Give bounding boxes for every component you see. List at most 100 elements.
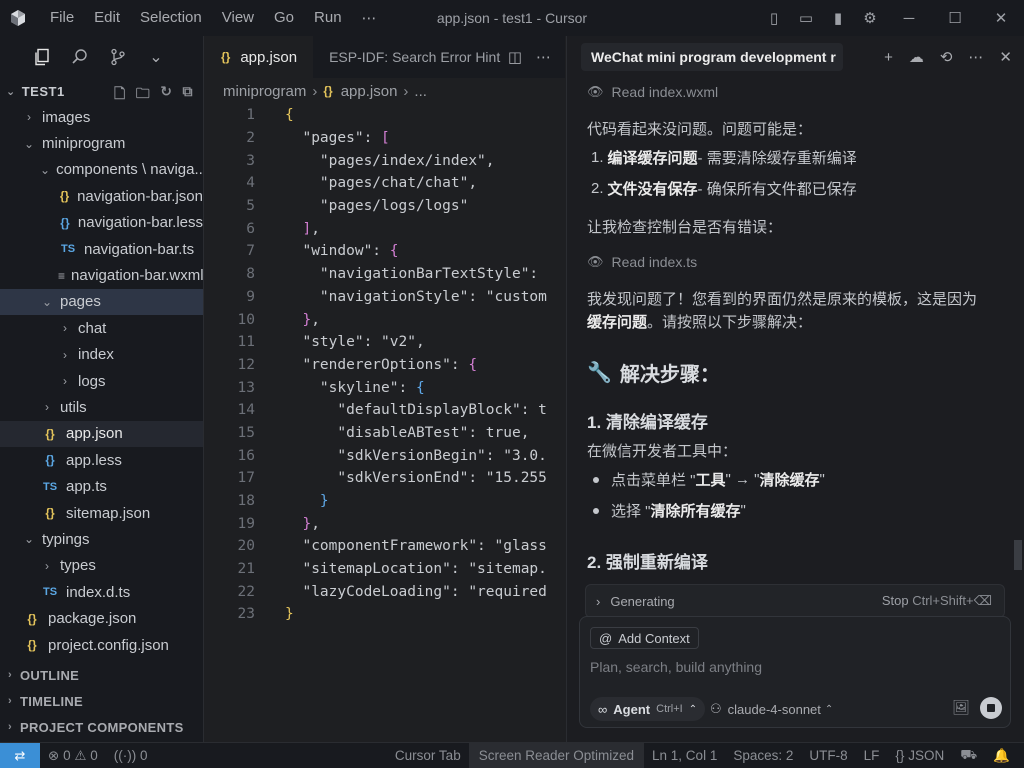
line-number: 9 (246, 288, 255, 305)
settings-gear-icon[interactable]: ⚙ (854, 0, 886, 36)
read-file-step[interactable]: 👁 Read index.ts (587, 254, 697, 270)
remote-indicator-icon[interactable]: ⇄ (0, 743, 40, 768)
cursor-tab-status[interactable]: Cursor Tab (387, 748, 469, 763)
tree-folder[interactable]: › chat (0, 315, 203, 341)
outline-section-header[interactable]: › OUTLINE (0, 662, 204, 688)
tab-app-json[interactable]: {} app.json (205, 36, 314, 78)
tree-file[interactable]: {} app.less (0, 447, 203, 473)
tree-file[interactable]: {} navigation-bar.json (0, 183, 203, 209)
code-editor[interactable]: 1{2 "pages": [3 "pages/index/index", 4 "p… (205, 104, 565, 626)
code-line: 20 "componentFramework": "glass (205, 535, 565, 558)
chat-paragraph: 在微信开发者工具中： (587, 443, 738, 460)
tree-file[interactable]: TS app.ts (0, 473, 203, 499)
cursor-position[interactable]: Ln 1, Col 1 (644, 748, 725, 763)
source-control-icon[interactable] (106, 45, 130, 69)
more-actions-icon[interactable]: ⋯ (968, 48, 983, 66)
menu-run[interactable]: Run (304, 9, 352, 27)
menu-file[interactable]: File (40, 9, 84, 27)
breadcrumb-symbol[interactable]: ... (414, 83, 427, 100)
tree-folder[interactable]: › images (0, 104, 203, 130)
tree-folder[interactable]: ⌄ typings (0, 526, 203, 552)
toggle-secondary-sidebar-icon[interactable]: ▮ (822, 0, 854, 36)
encoding-status[interactable]: UTF-8 (801, 748, 855, 763)
chat-title[interactable]: WeChat mini program development r (581, 43, 843, 71)
menu-selection[interactable]: Selection (130, 9, 212, 27)
stop-button[interactable] (980, 697, 1002, 719)
toggle-primary-sidebar-icon[interactable]: ▯ (758, 0, 790, 36)
line-number: 2 (246, 130, 255, 147)
tree-file[interactable]: {} sitemap.json (0, 500, 203, 526)
tree-folder[interactable]: › logs (0, 368, 203, 394)
bullet-dot (593, 476, 599, 483)
search-icon[interactable] (68, 45, 92, 69)
chevron-down-icon: ⌄ (6, 85, 16, 98)
close-window-button[interactable]: ✕ (978, 0, 1024, 36)
timeline-section-header[interactable]: › TIMELINE (0, 688, 204, 714)
ports-indicator[interactable]: ((·)) 0 (106, 748, 156, 763)
tree-item-label: navigation-bar.wxml (71, 267, 203, 285)
list-item-strong: 编译缓存问题 (607, 150, 698, 167)
tree-folder[interactable]: › utils (0, 394, 203, 420)
json-file-icon: {} (221, 50, 231, 64)
line-number: 23 (237, 606, 255, 623)
add-context-button[interactable]: @ Add Context (590, 627, 699, 649)
project-header[interactable]: ⌄ TEST1 🗋 🗀 ↻ ⧉ (0, 78, 203, 104)
tree-file[interactable]: {} package.json (0, 605, 203, 631)
tree-file[interactable]: TS navigation-bar.ts (0, 236, 203, 262)
toggle-panel-icon[interactable]: ▭ (790, 0, 822, 36)
tab-esp-idf-search-error-hint[interactable]: ESP-IDF: Search Error Hint (313, 36, 516, 78)
tree-folder[interactable]: ⌄ pages (0, 288, 203, 316)
tree-file[interactable]: {} navigation-bar.less (0, 210, 203, 236)
bullet-dot (593, 507, 599, 514)
screen-reader-status[interactable]: Screen Reader Optimized (468, 743, 645, 768)
line-number: 3 (246, 152, 255, 169)
chevron-down-icon: ⌄ (40, 162, 51, 177)
bullet-text: " (819, 471, 825, 488)
language-mode[interactable]: {} JSON (887, 748, 952, 763)
problems-indicator[interactable]: ⊗ 0 ⚠ 0 (40, 748, 106, 764)
tree-file[interactable]: ≡ navigation-bar.wxml (0, 262, 203, 288)
model-selector[interactable]: ⚇ claude-4-sonnet ⌃ (710, 697, 833, 721)
generating-status[interactable]: › Generating Stop Ctrl+Shift+⌫ (585, 584, 1005, 618)
read-file-step[interactable]: 👁 Read index.wxml (587, 84, 718, 100)
breadcrumb-file[interactable]: app.json (341, 83, 398, 100)
cloud-icon[interactable]: ☁ (909, 48, 924, 66)
eol-status[interactable]: LF (856, 748, 888, 763)
line-number: 4 (246, 175, 255, 192)
chat-input[interactable]: Plan, search, build anything (590, 659, 762, 675)
explorer-icon[interactable] (30, 45, 54, 69)
agent-mode-selector[interactable]: ∞ Agent Ctrl+I ⌃ (590, 697, 706, 721)
line-number: 1 (246, 107, 255, 124)
feedback-icon[interactable]: ⛟ (952, 747, 985, 765)
breadcrumb-folder[interactable]: miniprogram (223, 83, 306, 100)
more-actions-icon[interactable]: ⋯ (536, 48, 551, 66)
new-chat-plus-icon[interactable]: + (884, 49, 893, 66)
maximize-button[interactable]: ☐ (932, 0, 978, 36)
history-icon[interactable]: ⟲ (940, 48, 953, 66)
chevron-right-icon: › (27, 110, 31, 125)
more-views-chevron-icon[interactable]: ⌄ (144, 45, 168, 69)
tree-file[interactable]: {} app.json (0, 420, 203, 448)
menu-view[interactable]: View (212, 9, 264, 27)
eye-icon: 👁 (587, 254, 604, 269)
tree-folder[interactable]: › index (0, 342, 203, 368)
tree-file[interactable]: {} project.config.json (0, 632, 203, 658)
split-editor-icon[interactable]: ◫ (508, 48, 522, 66)
minimize-button[interactable]: ─ (886, 0, 932, 36)
notifications-bell-icon[interactable]: 🔔 (985, 748, 1024, 764)
close-panel-icon[interactable]: ✕ (999, 48, 1012, 66)
stop-generation-button[interactable]: Stop Ctrl+Shift+⌫ (882, 593, 992, 609)
chat-paragraph: 让我检查控制台是否有错误： (587, 219, 783, 236)
indentation-status[interactable]: Spaces: 2 (725, 748, 801, 763)
json-file-icon: {} (27, 638, 37, 652)
tree-folder[interactable]: ⌄ components \ naviga... (0, 157, 203, 183)
chat-scrollbar[interactable] (1014, 540, 1022, 570)
attach-image-icon[interactable]: 🖼 (952, 699, 970, 716)
tree-file[interactable]: TS index.d.ts (0, 579, 203, 605)
tree-folder[interactable]: ⌄ miniprogram (0, 130, 203, 156)
menu-more[interactable]: ⋯ (352, 9, 387, 27)
project-components-section-header[interactable]: › PROJECT COMPONENTS (0, 714, 204, 740)
tree-folder[interactable]: › types (0, 553, 203, 579)
menu-go[interactable]: Go (264, 9, 304, 27)
menu-edit[interactable]: Edit (84, 9, 130, 27)
